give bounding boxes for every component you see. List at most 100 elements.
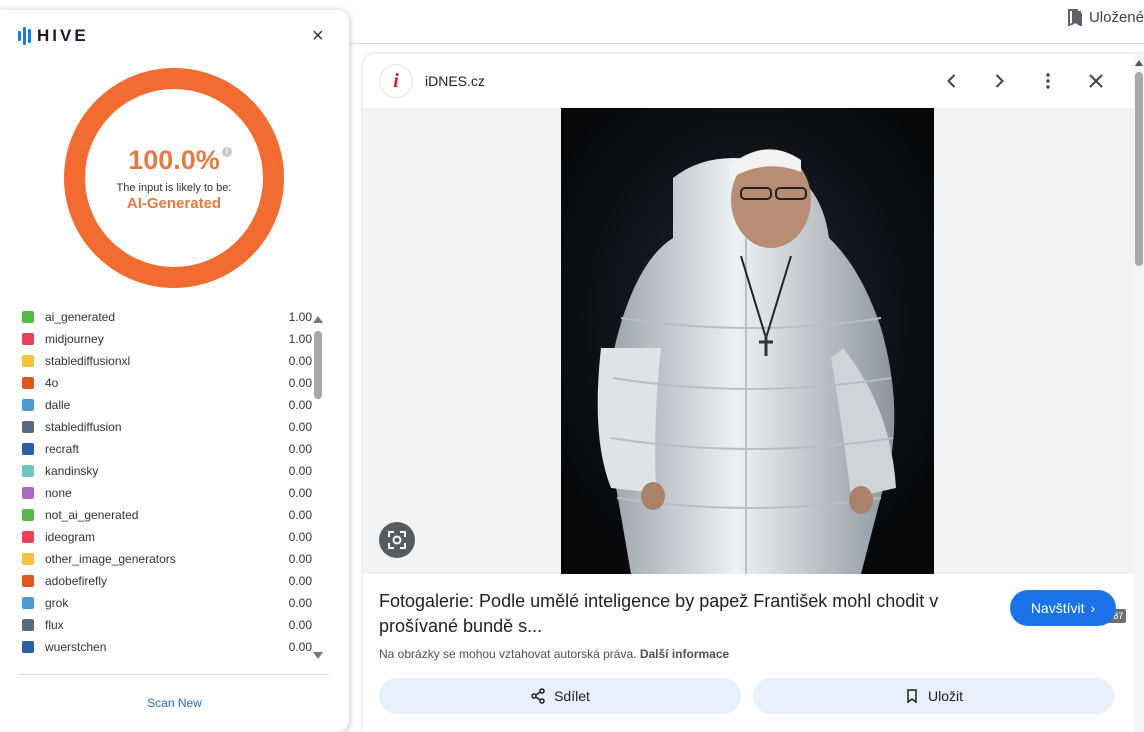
class-name: not_ai_generated [45, 508, 139, 522]
class-row: 4o 0.00 [22, 372, 312, 394]
class-list[interactable]: ai_generated 1.00 midjourney 1.00 stablediff… [22, 306, 312, 670]
divider [18, 674, 329, 675]
class-color-swatch [22, 487, 34, 499]
class-name: other_image_generators [45, 552, 176, 566]
class-row: grok 0.00 [22, 592, 312, 614]
class-name: ai_generated [45, 310, 116, 324]
class-row: midjourney 1.00 [22, 328, 312, 350]
screen: Uložené HIVE × 100.0% i The input is lik… [0, 0, 1144, 732]
viewer-header: i iDNES.cz [363, 54, 1144, 108]
viewer-scrollbar-thumb[interactable] [1135, 72, 1143, 266]
class-row: ideogram 0.00 [22, 526, 312, 548]
scrollbar-thumb[interactable] [314, 331, 322, 399]
class-row: stablediffusion 0.00 [22, 416, 312, 438]
more-vert-icon[interactable] [1035, 68, 1061, 94]
image-caption[interactable]: Fotogalerie: Podle umělé inteligence by … [379, 589, 979, 639]
verdict: AI-Generated [126, 194, 222, 212]
class-name: none [45, 486, 72, 500]
score-ring: 100.0% i The input is likely to be: AI-G… [64, 68, 284, 288]
class-score: 0.00 [288, 596, 312, 610]
scroll-up-icon[interactable] [313, 316, 323, 323]
class-color-swatch [22, 531, 34, 543]
visit-label: Navštívit [1030, 600, 1085, 616]
class-color-swatch [22, 421, 34, 433]
hive-panel: HIVE × 100.0% i The input is likely to b… [0, 10, 349, 732]
class-name: wuerstchen [45, 640, 107, 654]
class-color-swatch [22, 575, 34, 587]
class-score: 0.00 [288, 552, 312, 566]
image-area: 630 × 787 [363, 108, 1134, 623]
class-name: ideogram [45, 530, 96, 544]
class-color-swatch [22, 311, 34, 323]
chevron-left-icon[interactable] [939, 68, 965, 94]
class-color-swatch [22, 619, 34, 631]
class-name: flux [45, 618, 64, 632]
class-name: kandinsky [45, 464, 99, 478]
image-viewer: i iDNES.cz 787 Fotogalerie: Podle umělé … [363, 54, 1144, 732]
results-topbar: Uložené [350, 0, 1144, 44]
class-score: 1.00 [288, 332, 312, 346]
class-color-swatch [22, 553, 34, 565]
info-icon[interactable]: i [221, 146, 232, 157]
close-icon[interactable]: × [312, 26, 324, 46]
hive-logo: HIVE [18, 26, 89, 46]
site-name[interactable]: iDNES.cz [425, 73, 485, 89]
class-name: stablediffusion [45, 420, 122, 434]
saved-link[interactable]: Uložené [1067, 8, 1144, 26]
viewer-scrollbar[interactable] [1134, 54, 1144, 732]
class-color-swatch [22, 641, 34, 653]
copyright-text: Na obrázky se mohou vztahovat autorská p… [379, 647, 637, 661]
copyright-note: Na obrázky se mohou vztahovat autorská p… [379, 647, 729, 661]
more-info-link[interactable]: Další informace [640, 647, 729, 661]
share-button[interactable]: Sdílet [379, 678, 741, 714]
class-color-swatch [22, 333, 34, 345]
class-name: stablediffusionxl [45, 354, 131, 368]
class-name: adobefirefly [45, 574, 108, 588]
class-row: adobefirefly 0.00 [22, 570, 312, 592]
class-row: flux 0.00 [22, 614, 312, 636]
class-row: none 0.00 [22, 482, 312, 504]
scroll-up-icon[interactable] [1135, 60, 1143, 66]
bookmark-icon [1067, 9, 1082, 26]
class-score: 0.00 [288, 508, 312, 522]
site-favicon: i [379, 64, 413, 98]
class-row: ai_generated 1.00 [22, 306, 312, 328]
class-score: 0.00 [288, 618, 312, 632]
save-label: Uložit [927, 688, 963, 704]
close-viewer-icon[interactable] [1083, 68, 1109, 94]
main-image[interactable] [561, 108, 934, 574]
class-name: dalle [45, 398, 71, 412]
puffer-coat-figure [561, 108, 934, 574]
google-lens-icon[interactable] [379, 522, 415, 558]
class-color-swatch [22, 465, 34, 477]
share-label: Sdílet [554, 688, 590, 704]
hive-brand: HIVE [37, 26, 89, 45]
score-value: 100.0% i [128, 145, 232, 176]
class-score: 0.00 [288, 574, 312, 588]
class-score: 1.00 [288, 310, 312, 324]
class-score: 0.00 [288, 420, 312, 434]
class-row: not_ai_generated 0.00 [22, 504, 312, 526]
class-color-swatch [22, 377, 34, 389]
visit-button[interactable]: Navštívit › [1010, 590, 1116, 626]
scroll-down-icon[interactable] [313, 652, 323, 659]
class-name: recraft [45, 442, 80, 456]
class-name: grok [45, 596, 69, 610]
bookmark-icon [907, 689, 917, 704]
class-color-swatch [22, 443, 34, 455]
likely-text: The input is likely to be: [116, 181, 232, 194]
class-score: 0.00 [288, 530, 312, 544]
class-row: kandinsky 0.00 [22, 460, 312, 482]
class-name: 4o [45, 376, 59, 390]
class-color-swatch [22, 399, 34, 411]
class-score: 0.00 [288, 464, 312, 478]
class-score: 0.00 [288, 640, 312, 654]
class-color-swatch [22, 509, 34, 521]
class-row: other_image_generators 0.00 [22, 548, 312, 570]
class-row: stablediffusionxl 0.00 [22, 350, 312, 372]
class-color-swatch [22, 355, 34, 367]
save-button[interactable]: Uložit [753, 678, 1114, 714]
chevron-right-icon[interactable] [986, 68, 1012, 94]
scan-new-button[interactable]: Scan New [0, 696, 349, 710]
saved-label: Uložené [1088, 8, 1144, 26]
